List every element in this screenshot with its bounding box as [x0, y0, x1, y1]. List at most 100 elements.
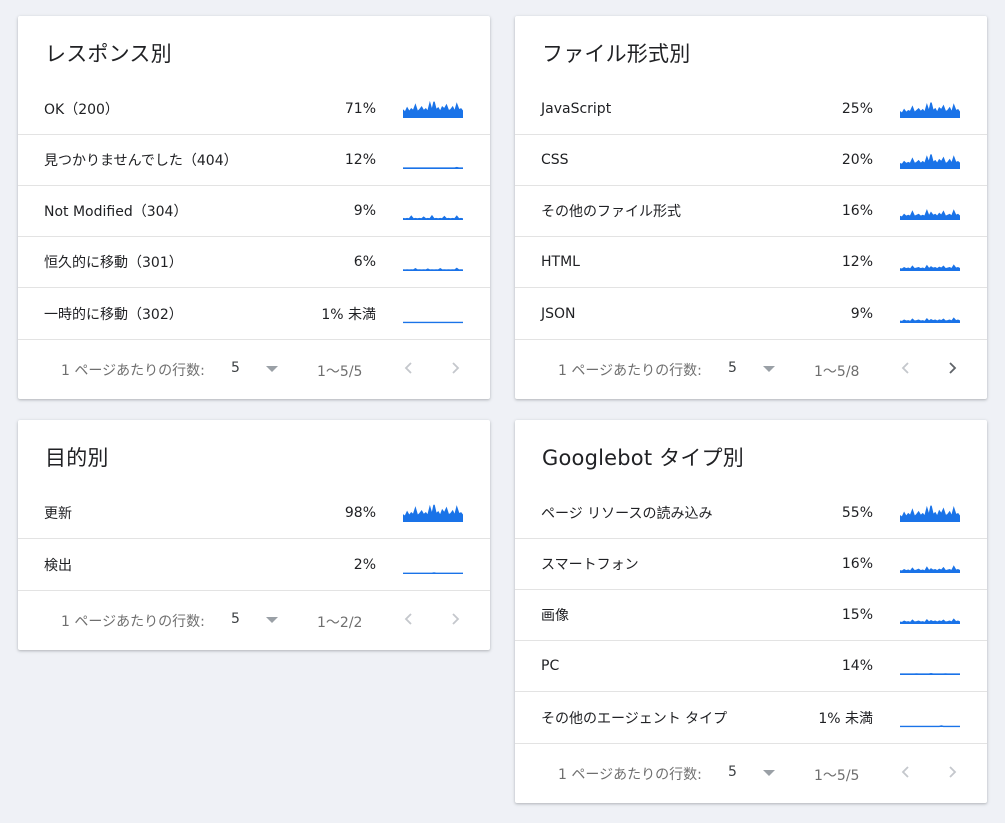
sparkline-chart — [900, 505, 960, 522]
row-label: ページ リソースの読み込み — [541, 506, 713, 522]
rows-per-page-label: 1 ページあたりの行数: — [558, 767, 702, 783]
table-row[interactable]: 検出 2% — [18, 539, 490, 590]
rows-per-page-select[interactable]: 5 — [728, 764, 778, 784]
card-by-response: レスポンス別 OK（200） 71% 見つかりませんでした（404） 12% Not Mo… — [18, 16, 490, 399]
row-label: 画像 — [541, 608, 569, 624]
page-range: 1〜5/5 — [317, 364, 363, 380]
next-page-button[interactable] — [940, 356, 964, 380]
row-percentage: 16% — [841, 203, 873, 219]
table-row[interactable]: JavaScript 25% — [515, 84, 987, 135]
page-range: 1〜5/8 — [814, 364, 860, 380]
row-percentage: 98% — [344, 505, 376, 521]
next-page-button[interactable] — [940, 760, 964, 784]
row-percentage: 12% — [344, 152, 376, 168]
row-percentage: 1% 未満 — [818, 710, 873, 727]
table-row[interactable]: OK（200） 71% — [18, 84, 490, 135]
rows-per-page-label: 1 ページあたりの行数: — [558, 363, 702, 379]
row-percentage: 2% — [353, 556, 376, 573]
sparkline-line — [900, 618, 960, 624]
table-row[interactable]: 更新 98% — [18, 488, 490, 539]
page-range: 1〜2/2 — [317, 615, 363, 631]
row-label: スマートフォン — [541, 557, 639, 573]
rows-per-page-select[interactable]: 5 — [231, 611, 281, 631]
breakdown-table: OK（200） 71% 見つかりませんでした（404） 12% Not Modified… — [18, 84, 490, 340]
table-row[interactable]: PC 14% — [515, 641, 987, 692]
rows-per-page-value: 5 — [231, 611, 240, 627]
pagination-footer: 1 ページあたりの行数: 5 1〜5/8 — [515, 340, 987, 398]
pagination-footer: 1 ページあたりの行数: 5 1〜5/5 — [515, 744, 987, 802]
sparkline-line — [900, 565, 960, 573]
previous-page-button[interactable] — [894, 760, 918, 784]
sparkline-chart — [403, 571, 463, 574]
row-label: JavaScript — [541, 101, 612, 117]
sparkline-chart — [403, 267, 463, 271]
table-row[interactable]: HTML 12% — [515, 237, 987, 288]
card-by-purpose: 目的別 更新 98% 検出 2% 1 ページあたりの行数: 5 1〜2/2 — [18, 420, 490, 650]
row-label: Not Modified（304） — [44, 204, 188, 220]
table-row[interactable]: 画像 15% — [515, 590, 987, 641]
sparkline-chart — [403, 321, 463, 323]
breakdown-table: JavaScript 25% CSS 20% その他のファイル形式 16% HTML 12% J… — [515, 84, 987, 340]
table-row[interactable]: Not Modified（304） 9% — [18, 186, 490, 237]
sparkline-line — [403, 267, 463, 271]
pagination-footer: 1 ページあたりの行数: 5 1〜5/5 — [18, 340, 490, 398]
breakdown-table: ページ リソースの読み込み 55% スマートフォン 16% 画像 15% PC 14% その他の… — [515, 488, 987, 744]
row-percentage: 6% — [353, 254, 376, 270]
rows-per-page-select[interactable]: 5 — [231, 360, 281, 380]
caret-down-icon — [266, 366, 278, 372]
table-row[interactable]: 一時的に移動（302） 1% 未満 — [18, 288, 490, 339]
row-label: JSON — [541, 305, 576, 322]
sparkline-chart — [900, 154, 960, 169]
caret-down-icon — [763, 770, 775, 776]
sparkline-chart — [900, 618, 960, 624]
card-by-googlebot-type: Googlebot タイプ別ページ リソースの読み込み 55% スマートフォン 16%… — [515, 420, 987, 803]
next-page-button[interactable] — [443, 607, 467, 631]
row-percentage: 9% — [850, 305, 873, 322]
row-percentage: 20% — [841, 152, 873, 168]
chevron-left-icon — [901, 362, 909, 374]
row-label: その他のエージェント タイプ — [541, 710, 728, 727]
sparkline-chart — [900, 316, 960, 323]
previous-page-button[interactable] — [397, 356, 421, 380]
pagination-footer: 1 ページあたりの行数: 5 1〜2/2 — [18, 591, 490, 649]
sparkline-chart — [403, 214, 463, 220]
row-percentage: 15% — [841, 607, 873, 623]
table-row[interactable]: その他のファイル形式 16% — [515, 186, 987, 237]
rows-per-page-value: 5 — [728, 764, 737, 780]
row-label: その他のファイル形式 — [541, 204, 681, 220]
row-label: CSS — [541, 152, 569, 168]
chevron-left-icon — [901, 766, 909, 778]
table-row[interactable]: その他のエージェント タイプ 1% 未満 — [515, 692, 987, 743]
breakdown-table: 更新 98% 検出 2% — [18, 488, 490, 591]
card-title: Googlebot タイプ別 — [542, 446, 744, 470]
sparkline-chart — [403, 504, 463, 522]
sparkline-line — [403, 166, 463, 169]
chevron-left-icon — [404, 613, 412, 625]
rows-per-page-select[interactable]: 5 — [728, 360, 778, 380]
table-row[interactable]: JSON 9% — [515, 288, 987, 339]
table-row[interactable]: 恒久的に移動（301） 6% — [18, 237, 490, 288]
page-range: 1〜5/5 — [814, 768, 860, 784]
row-label: 恒久的に移動（301） — [44, 255, 183, 271]
card-title: ファイル形式別 — [542, 42, 691, 66]
card-title: 目的別 — [45, 446, 109, 470]
rows-per-page-value: 5 — [231, 360, 240, 376]
previous-page-button[interactable] — [894, 356, 918, 380]
row-percentage: 9% — [353, 203, 376, 219]
card-title: レスポンス別 — [45, 42, 172, 66]
previous-page-button[interactable] — [397, 607, 421, 631]
sparkline-chart — [900, 209, 960, 220]
row-percentage: 14% — [841, 658, 873, 674]
sparkline-line — [900, 316, 960, 322]
table-row[interactable]: 見つかりませんでした（404） 12% — [18, 135, 490, 186]
chevron-right-icon — [949, 362, 957, 374]
row-label: 見つかりませんでした（404） — [44, 153, 238, 169]
table-row[interactable]: スマートフォン 16% — [515, 539, 987, 590]
table-row[interactable]: ページ リソースの読み込み 55% — [515, 488, 987, 539]
chevron-right-icon — [452, 362, 460, 374]
sparkline-chart — [900, 724, 960, 727]
table-row[interactable]: CSS 20% — [515, 135, 987, 186]
row-percentage: 55% — [841, 505, 873, 521]
next-page-button[interactable] — [443, 356, 467, 380]
row-percentage: 16% — [841, 556, 873, 572]
